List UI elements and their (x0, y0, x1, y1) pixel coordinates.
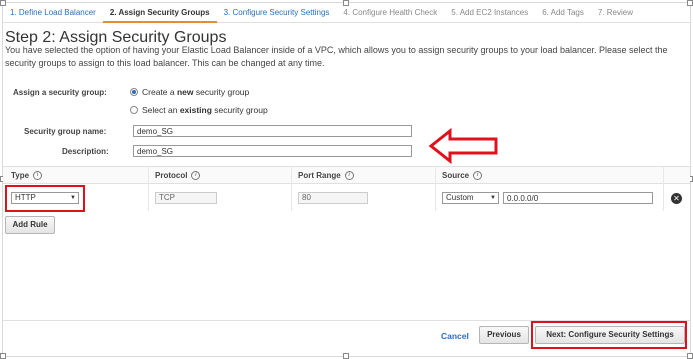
column-divider (663, 166, 664, 211)
security-group-name-label: Security group name: (24, 127, 107, 136)
option-existing-bold: existing (179, 105, 212, 115)
cancel-link[interactable]: Cancel (441, 331, 469, 341)
annotation-highlight-type (5, 185, 85, 212)
wizard-step-configure-security-settings[interactable]: 3. Configure Security Settings (217, 3, 337, 23)
description-input[interactable]: demo_SG (133, 145, 412, 157)
annotation-highlight-next (531, 321, 687, 349)
remove-row-icon[interactable]: ✕ (671, 193, 682, 204)
rule-source-cidr-input[interactable]: 0.0.0.0/0 (503, 192, 653, 204)
column-divider (435, 166, 436, 211)
description-label: Description: (62, 147, 109, 156)
wizard-steps: 1. Define Load Balancer 2. Assign Securi… (3, 3, 690, 23)
wizard-step-configure-health-check: 4. Configure Health Check (343, 7, 438, 17)
radio-select-existing-label: Select an existing security group (142, 105, 268, 115)
annotation-arrow-icon (428, 127, 498, 165)
column-type-label: Type (11, 171, 30, 180)
rule-port-range-field: 80 (298, 192, 368, 204)
column-protocol: Protocol i (155, 171, 201, 180)
wizard-step-review: 7. Review (597, 7, 633, 17)
radio-create-new-security-group[interactable]: Create a new security group (130, 87, 249, 97)
radio-unselected-icon[interactable] (130, 106, 138, 114)
info-icon[interactable]: i (191, 171, 201, 180)
option-existing-suffix: security group (211, 105, 268, 115)
info-icon[interactable]: i (473, 171, 483, 180)
rule-protocol-field: TCP (155, 192, 217, 204)
resize-handle-bottom[interactable] (343, 353, 349, 359)
page-description: You have selected the option of having y… (5, 45, 668, 68)
wizard-step-add-tags: 6. Add Tags (542, 7, 584, 17)
option-new-suffix: security group (193, 87, 250, 97)
add-rule-button[interactable]: Add Rule (5, 216, 55, 234)
resize-handle-bottom-left[interactable] (0, 353, 6, 359)
column-protocol-label: Protocol (155, 171, 188, 180)
wizard-step-assign-security-groups[interactable]: 2. Assign Security Groups (102, 3, 217, 23)
column-port-range-label: Port Range (298, 171, 341, 180)
wizard-step-define-load-balancer[interactable]: 1. Define Load Balancer (3, 3, 103, 23)
option-new-prefix: Create a (142, 87, 177, 97)
radio-create-new-label: Create a new security group (142, 87, 249, 97)
previous-button[interactable]: Previous (479, 326, 529, 344)
wizard-step-add-ec2-instances: 5. Add EC2 Instances (451, 7, 529, 17)
rule-source-select[interactable]: Custom ▼ (442, 192, 499, 204)
column-source: Source i (442, 171, 483, 180)
dropdown-caret-icon: ▼ (490, 195, 496, 201)
column-type: Type i (11, 171, 43, 180)
rules-table-header: Type i Protocol i Port Range i Source i (3, 166, 690, 184)
security-group-name-input[interactable]: demo_SG (133, 125, 412, 137)
column-divider (148, 166, 149, 211)
assign-security-group-label: Assign a security group: (13, 88, 107, 97)
column-source-label: Source (442, 171, 470, 180)
radio-selected-icon[interactable] (130, 88, 138, 96)
column-port-range: Port Range i (298, 171, 354, 180)
rule-source-mode-value: Custom (446, 193, 474, 202)
option-existing-prefix: Select an (142, 105, 180, 115)
info-icon[interactable]: i (33, 171, 43, 180)
resize-handle-bottom-right[interactable] (687, 353, 693, 359)
column-divider (291, 166, 292, 211)
option-new-bold: new (176, 87, 194, 97)
info-icon[interactable]: i (344, 171, 354, 180)
radio-select-existing-security-group[interactable]: Select an existing security group (130, 105, 268, 115)
